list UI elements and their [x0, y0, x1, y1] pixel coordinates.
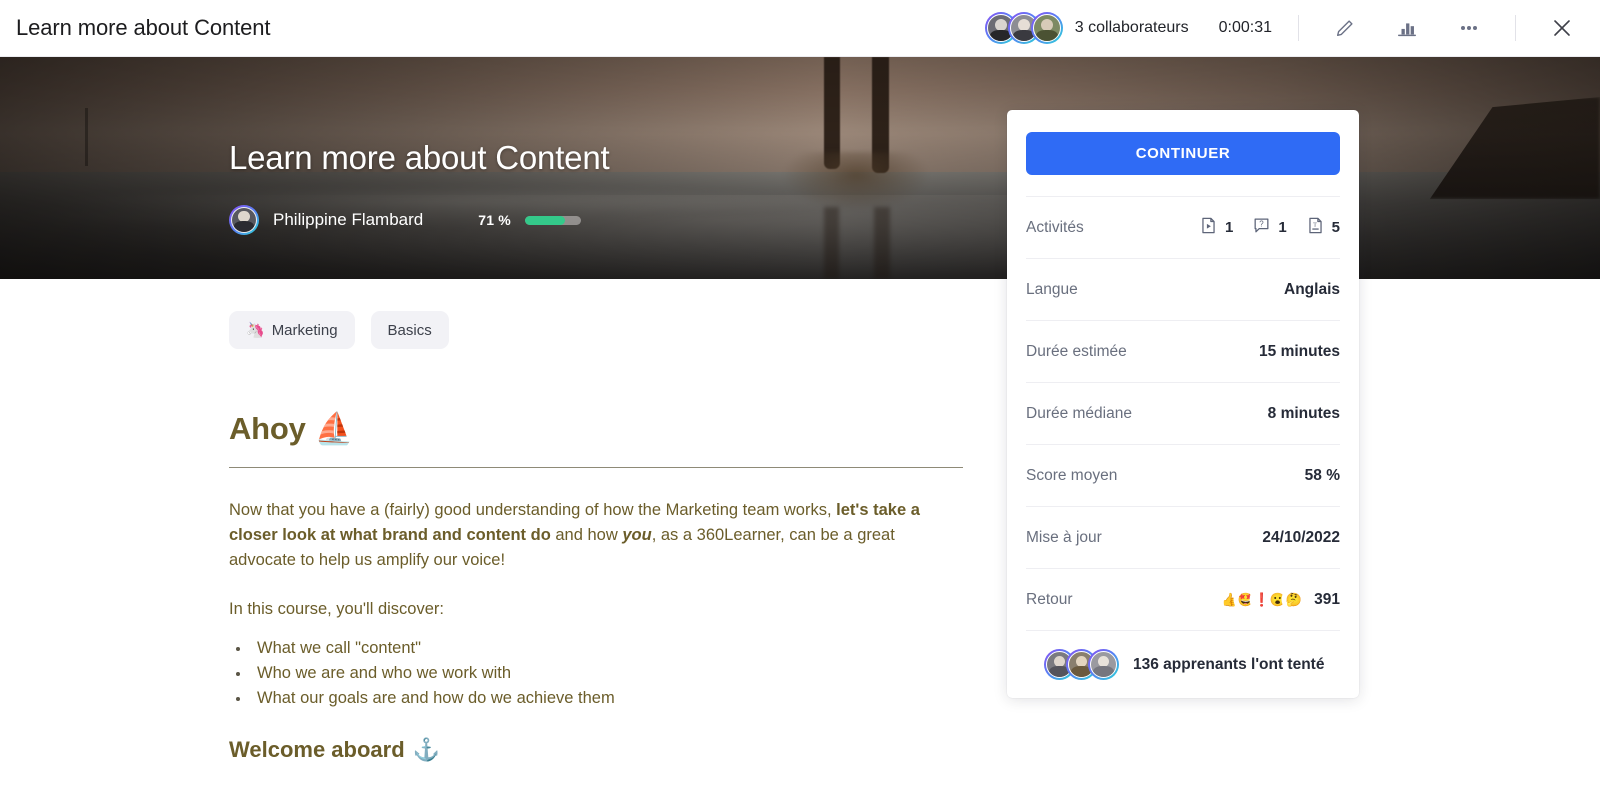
top-bar: Learn more about Content 3 collaborateur…: [0, 0, 1600, 57]
feedback-row: Retour 👍 🤩 ❗ 😮 🤔 391: [1026, 568, 1340, 630]
row-value: Anglais: [1284, 280, 1340, 298]
unicorn-icon: 🦄: [246, 322, 265, 339]
tag-basics[interactable]: Basics: [370, 311, 449, 349]
row-value: 24/10/2022: [1262, 528, 1340, 546]
row-label: Durée médiane: [1026, 404, 1132, 422]
article-subheading-text: Welcome aboard: [229, 737, 405, 762]
activity-count: 1: [1224, 219, 1234, 236]
author-avatar: [229, 205, 259, 235]
avatar: [1088, 649, 1119, 680]
tag-marketing[interactable]: 🦄 Marketing: [229, 311, 355, 349]
learners-label: 136 apprenants l'ont tenté: [1133, 655, 1325, 673]
reaction-list[interactable]: 👍 🤩 ❗ 😮 🤔 391: [1219, 589, 1340, 610]
info-rows: Activités 1 ? 1 T 5 Langue Anglais Durée…: [1026, 196, 1340, 630]
page-title: Learn more about Content: [16, 15, 271, 40]
sailboat-icon: ⛵: [314, 411, 354, 446]
tag-label: Marketing: [271, 321, 338, 339]
video-document-icon: [1199, 216, 1218, 240]
hero-meta: Philippine Flambard 71 %: [229, 205, 609, 235]
list-item: What our goals are and how do we achieve…: [251, 686, 1010, 711]
anchor-icon: ⚓: [412, 737, 441, 762]
activity-text: T 5: [1306, 216, 1340, 240]
list-item: Who we are and who we work with: [251, 661, 1010, 686]
article-heading: Ahoy ⛵: [229, 410, 1010, 447]
close-icon[interactable]: [1542, 8, 1582, 48]
tag-label: Basics: [387, 321, 432, 339]
collaborators-label: 3 collaborateurs: [1074, 19, 1189, 36]
average-score-row: Score moyen 58 %: [1026, 444, 1340, 506]
reaction-thinking: 🤔: [1283, 589, 1305, 610]
progress-track: [524, 215, 581, 225]
paragraph-text: Now that you have a (fairly) good unders…: [229, 501, 837, 519]
article-paragraph-2: In this course, you'll discover:: [229, 600, 444, 618]
row-label: Langue: [1026, 280, 1078, 298]
progress-percent-label: 71 %: [478, 212, 511, 228]
text-document-icon: T: [1306, 216, 1325, 240]
row-value: 58 %: [1304, 466, 1340, 484]
updated-row: Mise à jour 24/10/2022: [1026, 506, 1340, 568]
activity-video: 1: [1199, 216, 1233, 240]
course-info-card: CONTINUER Activités 1 ? 1 T 5 Langue Ang…: [1007, 110, 1359, 698]
svg-text:T: T: [1313, 221, 1317, 228]
activity-question: ? 1: [1252, 216, 1287, 240]
avatar[interactable]: [1030, 12, 1063, 44]
ellipsis-icon[interactable]: [1449, 8, 1489, 48]
language-row: Langue Anglais: [1026, 258, 1340, 320]
learners-row[interactable]: 136 apprenants l'ont tenté: [1026, 630, 1340, 698]
median-duration-row: Durée médiane 8 minutes: [1026, 382, 1340, 444]
feedback-label: Retour: [1026, 590, 1073, 608]
continue-button[interactable]: CONTINUER: [1026, 132, 1340, 175]
divider: [1298, 15, 1299, 41]
activity-count: 1: [1278, 219, 1287, 236]
article-subheading: Welcome aboard ⚓: [229, 737, 1010, 763]
article-paragraph-1: Now that you have a (fairly) good unders…: [229, 498, 957, 573]
activities-label: Activités: [1026, 218, 1084, 236]
progress-fill: [524, 215, 565, 225]
learners-avatar-stack: [1044, 649, 1119, 680]
heading-divider: [229, 467, 963, 468]
reaction-count: 391: [1314, 590, 1340, 608]
question-bubble-icon: ?: [1252, 216, 1271, 240]
progress-indicator: 71 %: [478, 212, 581, 228]
bar-chart-icon[interactable]: [1387, 8, 1427, 48]
estimated-duration-row: Durée estimée 15 minutes: [1026, 320, 1340, 382]
list-item: What we call "content": [251, 636, 1010, 661]
tag-list: 🦄 Marketing Basics: [229, 311, 1010, 349]
session-timer: 0:00:31: [1218, 19, 1272, 36]
course-body: 🦄 Marketing Basics Ahoy ⛵ Now that you h…: [0, 279, 1010, 763]
activities-row: Activités 1 ? 1 T 5: [1026, 196, 1340, 258]
row-label: Mise à jour: [1026, 528, 1102, 546]
divider: [1515, 15, 1516, 41]
row-label: Durée estimée: [1026, 342, 1127, 360]
activity-count: 5: [1331, 219, 1340, 236]
activities-values: 1 ? 1 T 5: [1199, 216, 1340, 240]
collaborators-avatar-stack[interactable]: [984, 12, 1063, 44]
row-value: 8 minutes: [1267, 404, 1340, 422]
hero-banner: Learn more about Content Philippine Flam…: [0, 57, 1600, 279]
paragraph-text: and how: [550, 526, 623, 544]
svg-text:?: ?: [1260, 219, 1265, 228]
paragraph-italic: you: [622, 526, 652, 544]
article-bullet-list: What we call "content" Who we are and wh…: [229, 636, 1010, 711]
row-value: 15 minutes: [1259, 342, 1340, 360]
author-name: Philippine Flambard: [273, 210, 424, 229]
top-bar-actions: 3 collaborateurs 0:00:31: [984, 0, 1600, 57]
hero-title: Learn more about Content: [229, 139, 610, 176]
course-page: Learn more about Content 3 collaborateur…: [0, 0, 1600, 794]
pencil-icon[interactable]: [1325, 8, 1365, 48]
row-label: Score moyen: [1026, 466, 1118, 484]
article-heading-text: Ahoy: [229, 410, 306, 446]
